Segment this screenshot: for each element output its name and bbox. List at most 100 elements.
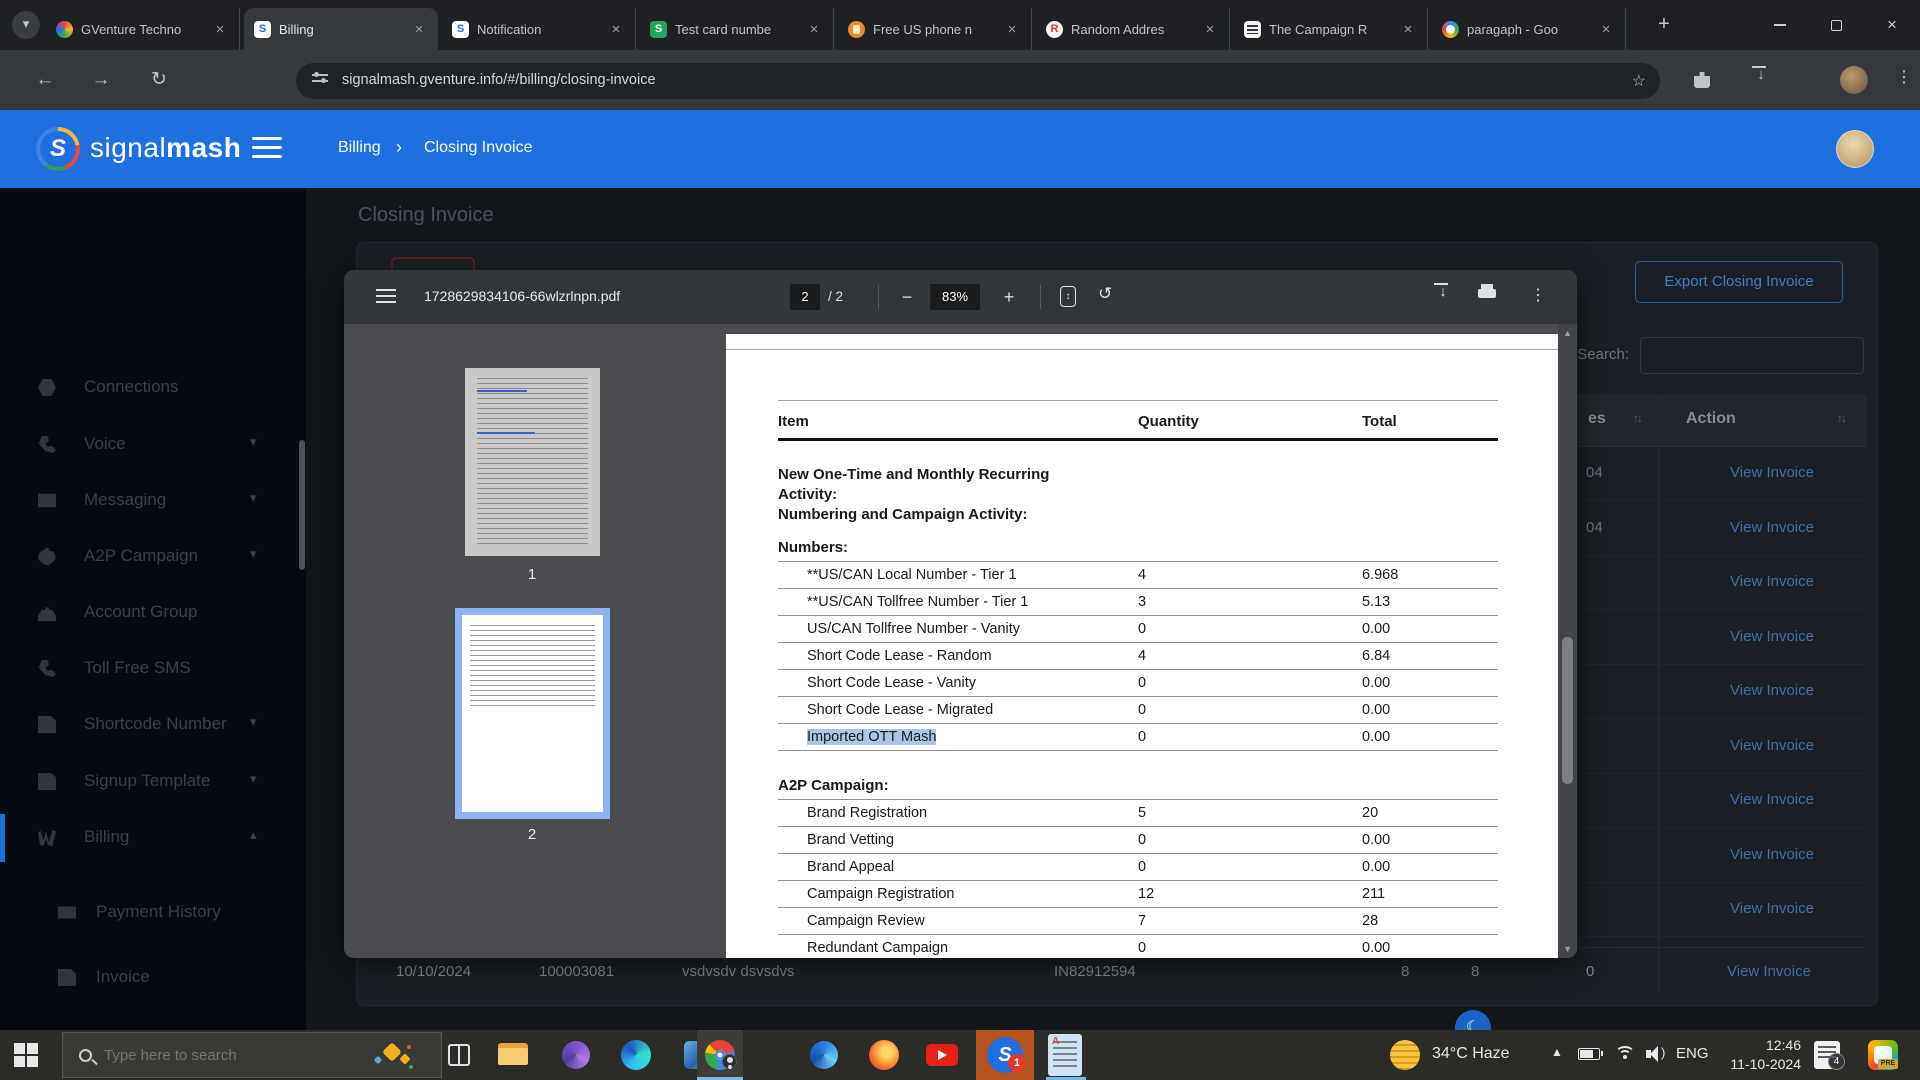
signalmash-logo-icon[interactable]: [36, 127, 80, 171]
language-indicator[interactable]: ENG: [1676, 1045, 1709, 1080]
search-input[interactable]: [1640, 337, 1864, 374]
sort-icon[interactable]: ↑↓: [1633, 411, 1641, 425]
address-bar[interactable]: signalmash.gventure.info/#/billing/closi…: [296, 63, 1660, 99]
sidebar-item-billing[interactable]: Billing▴: [0, 818, 306, 858]
sidebar-item-payment-history[interactable]: Payment History: [0, 893, 306, 933]
view-invoice-link[interactable]: View Invoice: [1697, 628, 1847, 645]
window-close-button[interactable]: ×: [1864, 0, 1920, 50]
notification-center-icon[interactable]: 4: [1814, 1041, 1840, 1069]
extensions-icon[interactable]: [1694, 72, 1710, 88]
scroll-up-icon[interactable]: ▲: [1558, 328, 1577, 338]
back-button[interactable]: ←: [32, 67, 58, 93]
tab-search-icon[interactable]: ▾: [12, 11, 40, 39]
youtube-icon[interactable]: [926, 1044, 958, 1066]
export-closing-invoice-button[interactable]: Export Closing Invoice: [1635, 261, 1843, 303]
tab-close-icon[interactable]: ×: [410, 21, 428, 38]
view-invoice-link[interactable]: View Invoice: [1697, 519, 1847, 536]
new-tab-button[interactable]: +: [1650, 11, 1678, 39]
action-column-header[interactable]: Action: [1686, 410, 1736, 428]
pdf-print-icon[interactable]: [1478, 287, 1496, 301]
breadcrumb-billing[interactable]: Billing: [338, 139, 381, 157]
sidebar-item-account-group[interactable]: Account Group: [0, 593, 306, 633]
view-invoice-link[interactable]: View Invoice: [1697, 791, 1847, 808]
taskbar-search-input[interactable]: [104, 1047, 324, 1064]
task-view-icon[interactable]: [448, 1044, 470, 1066]
browser-profile-avatar[interactable]: [1840, 66, 1868, 94]
downloads-icon[interactable]: ↓: [1752, 66, 1770, 83]
view-invoice-link[interactable]: View Invoice: [1697, 682, 1847, 699]
taxes-column-header[interactable]: es: [1588, 410, 1606, 428]
designer-app-icon[interactable]: [558, 1037, 594, 1073]
rotate-icon[interactable]: ↺: [1098, 284, 1112, 304]
reload-button[interactable]: ↻: [146, 67, 172, 93]
view-invoice-link[interactable]: View Invoice: [1697, 846, 1847, 863]
pdf-scrollbar-thumb[interactable]: [1562, 637, 1573, 784]
drive-app-icon[interactable]: [806, 1037, 842, 1073]
site-info-icon[interactable]: [312, 74, 328, 88]
sidebar-item-messaging[interactable]: Messaging▾: [0, 481, 306, 521]
sidebar-item-voice[interactable]: Voice▾: [0, 425, 306, 465]
browser-tab-the-campaign-r[interactable]: The Campaign R×: [1234, 8, 1428, 50]
battery-icon[interactable]: [1578, 1048, 1600, 1060]
tab-close-icon[interactable]: ×: [1003, 21, 1021, 38]
pdf-download-icon[interactable]: ↓: [1434, 283, 1452, 300]
window-maximize-button[interactable]: [1808, 0, 1864, 50]
tab-close-icon[interactable]: ×: [805, 21, 823, 38]
browser-tab-random-addres[interactable]: RRandom Addres×: [1036, 8, 1230, 50]
tab-close-icon[interactable]: ×: [1597, 21, 1615, 38]
copilot-sparkle-icon[interactable]: [373, 1043, 413, 1069]
reader-app-icon[interactable]: [1048, 1034, 1082, 1076]
tray-chevron-up-icon[interactable]: ▲: [1551, 1045, 1563, 1080]
signalmash-taskbar-tile[interactable]: S 1: [976, 1030, 1034, 1080]
sidebar-item-a2p-campaign[interactable]: A2P Campaign▾: [0, 537, 306, 577]
view-invoice-link[interactable]: View Invoice: [1727, 963, 1811, 980]
pdf-thumbnail-page-2[interactable]: [455, 608, 610, 819]
sort-icon[interactable]: ↑↓: [1837, 411, 1845, 425]
window-minimize-button[interactable]: [1752, 0, 1808, 50]
view-invoice-link[interactable]: View Invoice: [1697, 900, 1847, 917]
pdf-more-icon[interactable]: ⋮: [1530, 285, 1546, 305]
sidebar-item-toll-free-sms[interactable]: Toll Free SMS: [0, 649, 306, 689]
bookmark-star-icon[interactable]: ☆: [1632, 71, 1646, 91]
browser-tab-test-card-numbe[interactable]: STest card numbe×: [640, 8, 834, 50]
browser-tab-billing[interactable]: SBilling×: [244, 8, 438, 50]
pdf-menu-icon[interactable]: [376, 289, 396, 307]
zoom-in-button[interactable]: +: [996, 284, 1022, 310]
weather-text[interactable]: 34°C Haze: [1432, 1045, 1510, 1080]
view-invoice-link[interactable]: View Invoice: [1697, 737, 1847, 754]
browser-menu-icon[interactable]: ⋮: [1896, 67, 1912, 87]
pdf-page-input[interactable]: 2: [790, 284, 820, 310]
edge-icon[interactable]: [618, 1037, 654, 1073]
firefox-icon[interactable]: [866, 1037, 902, 1073]
wifi-icon[interactable]: [1615, 1046, 1635, 1061]
sidebar-item-signup-template[interactable]: Signup Template▾: [0, 762, 306, 802]
forward-button[interactable]: →: [88, 67, 114, 93]
view-invoice-link[interactable]: View Invoice: [1697, 464, 1847, 481]
chrome-taskbar-tile[interactable]: [697, 1030, 743, 1080]
clock[interactable]: 12:46 11-10-2024: [1719, 1036, 1801, 1080]
tab-close-icon[interactable]: ×: [1399, 21, 1417, 38]
pdf-scrollbar[interactable]: ▲ ▼: [1558, 324, 1577, 958]
browser-tab-notification[interactable]: SNotification×: [442, 8, 636, 50]
tab-close-icon[interactable]: ×: [1201, 21, 1219, 38]
fit-to-page-icon[interactable]: ↕: [1060, 286, 1076, 307]
tab-close-icon[interactable]: ×: [211, 21, 229, 38]
view-invoice-link[interactable]: View Invoice: [1697, 573, 1847, 590]
sidebar-item-shortcode-number[interactable]: Shortcode Number▾: [0, 705, 306, 745]
url-text[interactable]: signalmash.gventure.info/#/billing/closi…: [342, 72, 656, 88]
file-explorer-icon[interactable]: [496, 1037, 532, 1073]
zoom-level[interactable]: 83%: [930, 284, 980, 310]
sidebar-toggle-icon[interactable]: [252, 137, 282, 164]
browser-tab-free-us-phone-n[interactable]: Free US phone n×: [838, 8, 1032, 50]
zoom-out-button[interactable]: −: [894, 284, 920, 310]
weather-icon[interactable]: [1390, 1040, 1420, 1070]
scroll-down-icon[interactable]: ▼: [1558, 944, 1577, 954]
user-avatar[interactable]: [1836, 130, 1874, 168]
taskbar-search[interactable]: [62, 1032, 442, 1078]
browser-tab-paragaph-goo[interactable]: paragaph - Goo×: [1432, 8, 1626, 50]
tab-close-icon[interactable]: ×: [607, 21, 625, 38]
sidebar-item-invoice[interactable]: Invoice: [0, 958, 306, 998]
pdf-thumbnail-page-1[interactable]: [465, 368, 600, 556]
start-button-icon[interactable]: [14, 1043, 38, 1067]
copilot-icon[interactable]: PRE: [1868, 1040, 1898, 1070]
